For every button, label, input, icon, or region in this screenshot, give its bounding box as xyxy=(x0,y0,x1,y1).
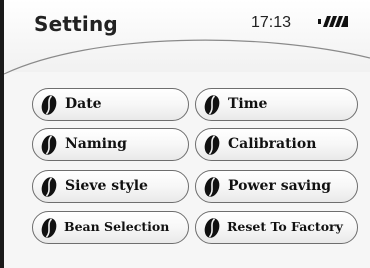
page-title: Setting xyxy=(34,12,118,36)
coffee-bean-icon xyxy=(204,177,220,197)
naming-button-label: Naming xyxy=(65,136,127,152)
sieve-style-button-label: Sieve style xyxy=(65,178,148,194)
clock-time: 17:13 xyxy=(251,14,292,31)
power-saving-button-label: Power saving xyxy=(228,178,332,194)
settings-screen: Setting 17:13 Date Time Naming Calibrati… xyxy=(0,0,370,268)
calibration-button[interactable]: Calibration xyxy=(195,128,358,161)
coffee-bean-icon xyxy=(204,135,220,155)
bean-selection-button-label: Bean Selection xyxy=(64,219,170,234)
calibration-button-label: Calibration xyxy=(228,136,317,152)
settings-menu: Date Time Naming Calibration Sieve style… xyxy=(32,88,358,248)
bean-selection-button[interactable]: Bean Selection xyxy=(32,211,189,244)
coffee-bean-icon xyxy=(41,95,57,115)
coffee-bean-icon xyxy=(41,135,57,155)
reset-to-factory-button[interactable]: Reset To Factory xyxy=(195,211,358,244)
reset-to-factory-button-label: Reset To Factory xyxy=(227,219,343,234)
coffee-bean-icon xyxy=(204,95,220,115)
time-button[interactable]: Time xyxy=(195,88,358,121)
sieve-style-button[interactable]: Sieve style xyxy=(32,170,189,203)
time-button-label: Time xyxy=(228,96,268,112)
power-saving-button[interactable]: Power saving xyxy=(195,170,358,203)
header-divider-curve xyxy=(4,39,370,75)
coffee-bean-icon xyxy=(41,218,57,238)
date-button[interactable]: Date xyxy=(32,88,189,121)
naming-button[interactable]: Naming xyxy=(32,128,189,161)
battery-icon xyxy=(318,16,348,27)
coffee-bean-icon xyxy=(41,177,57,197)
date-button-label: Date xyxy=(65,96,102,112)
coffee-bean-icon xyxy=(204,218,220,238)
